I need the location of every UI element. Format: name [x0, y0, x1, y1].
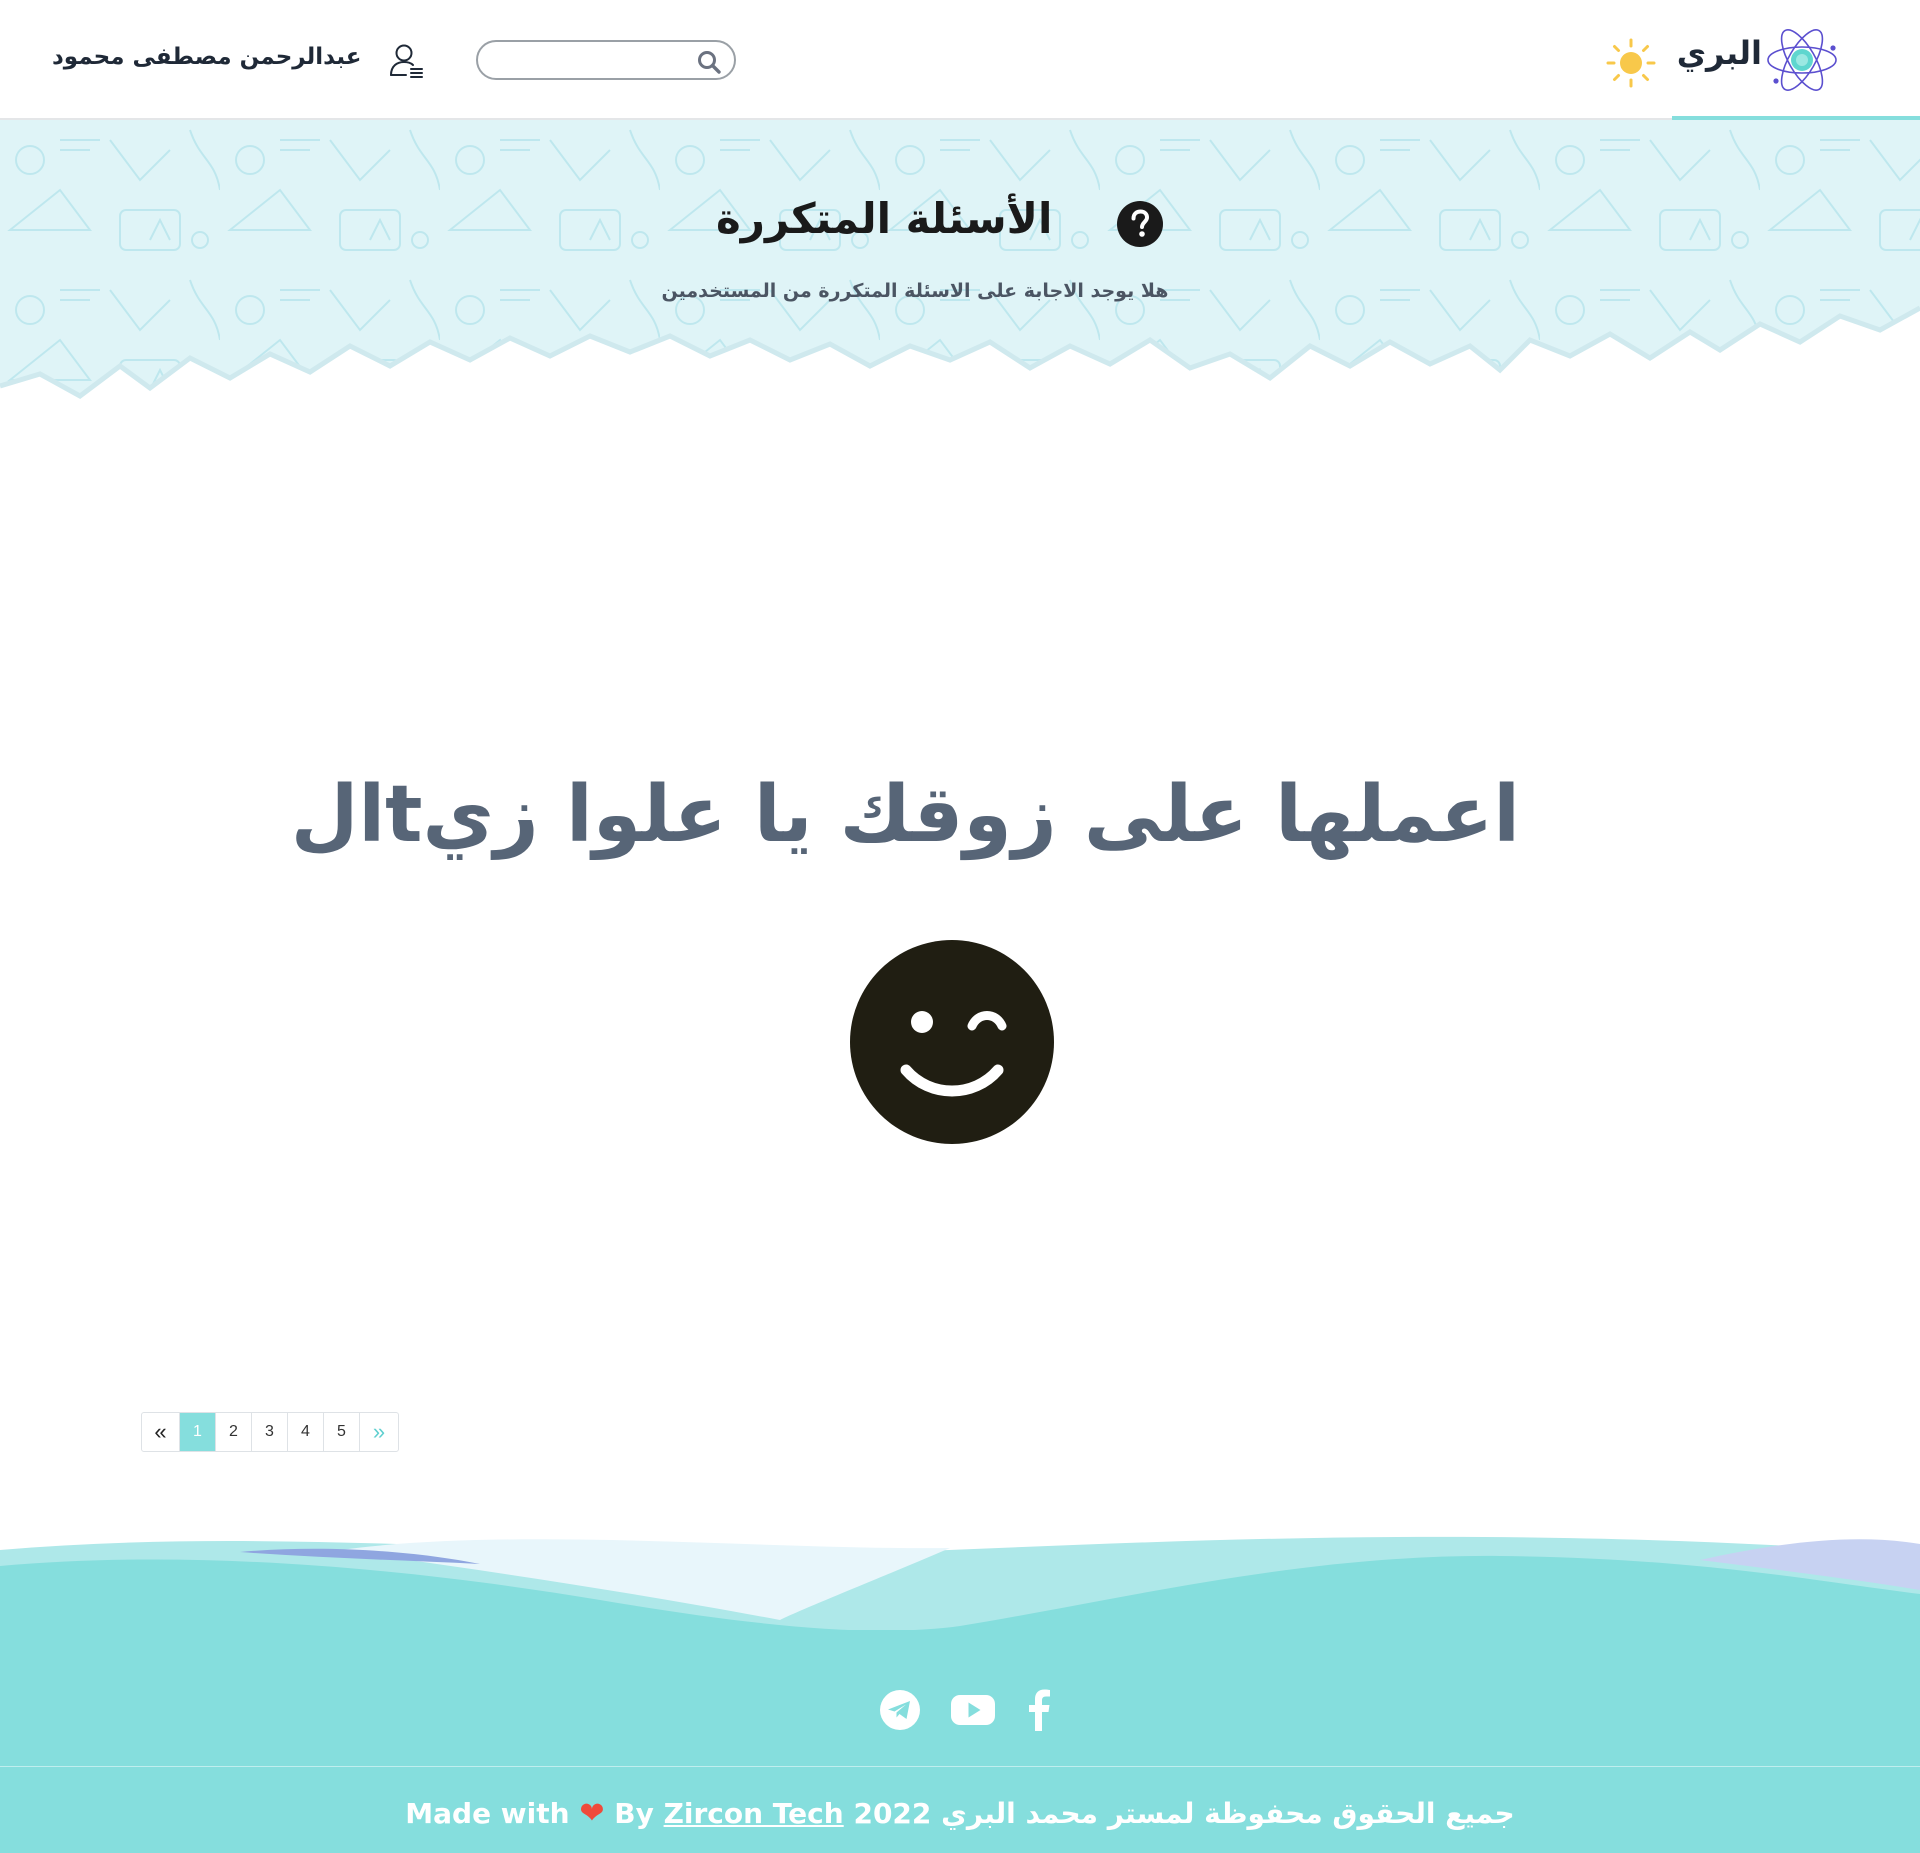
navbar: البري عبدالرحمن مصطفى محمود — [0, 0, 1920, 120]
empty-state-message: اعملها على زوقك يا علوا زيtال — [290, 770, 1520, 860]
atom-logo-icon[interactable] — [1764, 24, 1840, 96]
pagination-next[interactable]: » — [360, 1413, 398, 1451]
company-link[interactable]: Zircon Tech — [664, 1797, 844, 1830]
page-4-button[interactable]: 4 — [288, 1413, 324, 1451]
user-list-icon[interactable] — [388, 42, 424, 80]
pagination: « 1 2 3 4 5 » — [141, 1412, 399, 1452]
copyright-text: جميع الحقوق محفوظة لمستر محمد البري 2022 — [853, 1797, 1515, 1830]
footer: Made with ❤ By Zircon Tech جميع الحقوق م… — [0, 1630, 1920, 1853]
page-2-button[interactable]: 2 — [216, 1413, 252, 1451]
by-text: By — [614, 1797, 654, 1830]
page-1-button[interactable]: 1 — [180, 1413, 216, 1451]
telegram-icon[interactable] — [878, 1688, 922, 1732]
footer-divider — [0, 1766, 1920, 1767]
question-circle-icon — [1116, 200, 1164, 248]
footer-credits: Made with ❤ By Zircon Tech جميع الحقوق م… — [0, 1796, 1920, 1831]
page-3-button[interactable]: 3 — [252, 1413, 288, 1451]
page-5-button[interactable]: 5 — [324, 1413, 360, 1451]
brand-name[interactable]: البري — [1677, 34, 1762, 72]
search-icon[interactable] — [696, 49, 722, 75]
search-input[interactable] — [492, 48, 686, 74]
user-name[interactable]: عبدالرحمن مصطفى محمود — [52, 44, 362, 70]
pagination-prev[interactable]: « — [142, 1413, 180, 1451]
facebook-icon[interactable] — [1024, 1688, 1054, 1732]
search-box — [476, 40, 736, 80]
youtube-icon[interactable] — [950, 1688, 996, 1732]
made-with-text: Made with — [405, 1797, 570, 1830]
footer-waves — [0, 1530, 1920, 1640]
heart-icon: ❤ — [579, 1796, 605, 1831]
wink-face-icon — [850, 940, 1054, 1144]
sun-icon[interactable] — [1604, 36, 1658, 90]
page-subtitle: هلا يوجد الاجابة على الاسئلة المتكررة من… — [661, 280, 1169, 302]
page-title: الأسئلة المتكررة — [716, 194, 1053, 243]
